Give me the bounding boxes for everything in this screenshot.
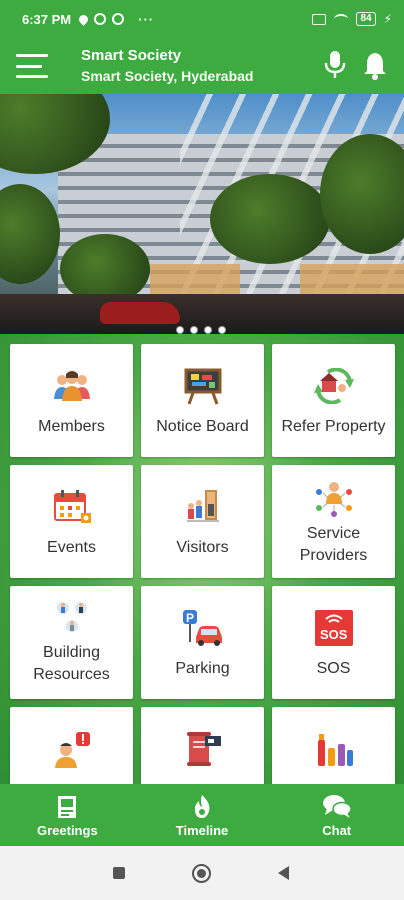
tile-sos[interactable]: SOS SOS <box>272 586 395 699</box>
notice-board-icon <box>184 368 221 405</box>
building-resources-icon <box>56 602 87 632</box>
status-time: 6:37 PM <box>22 11 72 27</box>
hamburger-icon[interactable] <box>16 54 48 78</box>
notification-icon <box>112 13 125 25</box>
screen-icon <box>312 13 327 25</box>
app-header: Smart Society Smart Society, Hyderabad <box>0 38 404 94</box>
bills-icon <box>186 732 221 766</box>
svg-text:P: P <box>186 611 194 625</box>
tile-visitors[interactable]: Visitors <box>141 465 264 578</box>
tile-bills[interactable] <box>141 707 264 784</box>
members-icon <box>53 371 90 401</box>
carousel-indicators <box>176 326 226 334</box>
page-subtitle: Smart Society, Hyderabad <box>81 68 254 84</box>
greetings-icon <box>58 795 77 818</box>
tile-label: Service Providers <box>299 525 368 564</box>
tile-notice-board[interactable]: Notice Board <box>141 344 264 457</box>
sos-icon: SOS <box>314 610 353 646</box>
tile-label: Members <box>38 418 105 435</box>
nav-greetings[interactable]: Greetings <box>0 784 135 846</box>
tile-label: Refer Property <box>281 418 386 435</box>
sos-badge-text: SOS <box>320 627 348 642</box>
nav-label: Chat <box>322 823 352 838</box>
wifi-icon <box>334 14 349 24</box>
nav-timeline[interactable]: Timeline <box>135 784 270 846</box>
tile-polls[interactable] <box>272 707 395 784</box>
system-navigation-bar <box>0 846 404 900</box>
banner-carousel[interactable] <box>0 94 404 334</box>
page-title: Smart Society <box>81 47 182 64</box>
charging-icon: ⚡ <box>383 12 392 26</box>
bottom-navigation: Greetings Timeline Chat <box>0 784 404 846</box>
notification-bell-icon[interactable] <box>362 50 388 80</box>
tile-label: SOS <box>316 660 351 677</box>
calendar-icon <box>53 490 91 523</box>
tile-members[interactable]: Members <box>10 344 133 457</box>
tile-label: Parking <box>175 660 230 677</box>
tile-parking[interactable]: P Parking <box>141 586 264 699</box>
back-button[interactable] <box>278 866 289 880</box>
chat-icon <box>322 795 352 818</box>
tile-service-providers[interactable]: Service Providers <box>272 465 395 578</box>
notification-icon <box>94 13 107 25</box>
carousel-dot[interactable] <box>176 326 184 334</box>
more-notifications-indicator: ··· <box>138 11 155 27</box>
microphone-icon[interactable] <box>324 50 346 80</box>
tile-events[interactable]: Events <box>10 465 133 578</box>
tile-label: Visitors <box>176 539 229 556</box>
parking-icon: P <box>182 610 222 646</box>
tile-label: Events <box>47 539 96 556</box>
menu-grid: Members Notice Board Refer Property Even… <box>0 334 404 784</box>
tile-refer-property[interactable]: Refer Property <box>272 344 395 457</box>
status-bar: 6:37 PM ··· 84 ⚡ <box>0 0 404 38</box>
carousel-dot[interactable] <box>204 326 212 334</box>
carousel-dot[interactable] <box>190 326 198 334</box>
tile-label: Notice Board <box>156 418 249 435</box>
nav-label: Timeline <box>175 823 229 838</box>
visitors-icon <box>186 490 219 522</box>
nav-chat[interactable]: Chat <box>269 784 404 846</box>
refer-property-icon <box>313 368 354 404</box>
complaints-icon <box>54 732 90 768</box>
timeline-icon <box>194 795 210 818</box>
drop-icon <box>77 12 91 26</box>
battery-indicator: 84 <box>356 12 376 26</box>
home-button[interactable] <box>192 864 211 883</box>
carousel-dot[interactable] <box>218 326 226 334</box>
recents-button[interactable] <box>113 867 125 879</box>
tile-label: Building Resources <box>33 644 110 683</box>
polls-icon <box>317 734 353 766</box>
tile-building-resources[interactable]: Building Resources <box>10 586 133 699</box>
nav-label: Greetings <box>36 823 98 838</box>
tile-complaints[interactable] <box>10 707 133 784</box>
service-providers-icon <box>315 482 352 517</box>
